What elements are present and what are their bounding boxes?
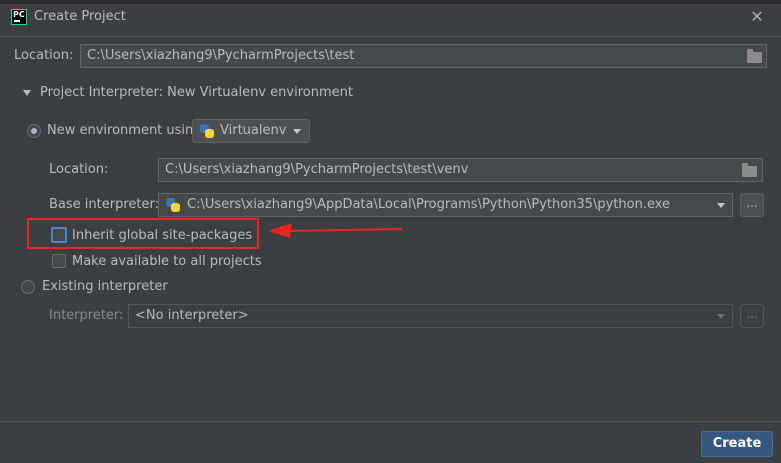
base-interpreter-label: Base interpreter: bbox=[49, 197, 159, 212]
environment-tool-select[interactable]: Virtualenv bbox=[192, 119, 310, 143]
make-available-checkbox[interactable] bbox=[52, 254, 66, 268]
venv-location-value: C:\Users\xiazhang9\PycharmProjects\test\… bbox=[165, 162, 469, 177]
annotation-highlight-box bbox=[27, 218, 259, 249]
location-label: Location: bbox=[14, 48, 74, 63]
footer bbox=[0, 422, 781, 463]
chevron-down-icon bbox=[717, 203, 725, 208]
venv-location-label: Location: bbox=[49, 162, 109, 177]
interpreter-select[interactable]: <No interpreter> bbox=[128, 304, 733, 328]
base-interpreter-select[interactable]: C:\Users\xiazhang9\AppData\Local\Program… bbox=[158, 193, 733, 217]
make-available-label: Make available to all projects bbox=[72, 254, 262, 269]
create-button[interactable]: Create bbox=[701, 431, 773, 457]
annotation-arrow-icon bbox=[268, 223, 403, 238]
folder-icon[interactable] bbox=[747, 49, 762, 63]
chevron-down-icon bbox=[293, 129, 301, 134]
existing-interpreter-label: Existing interpreter bbox=[42, 279, 168, 294]
pycharm-logo-icon: PC bbox=[11, 9, 27, 25]
base-interpreter-value: C:\Users\xiazhang9\AppData\Local\Program… bbox=[187, 197, 671, 212]
folder-icon[interactable] bbox=[742, 163, 757, 177]
chevron-down-icon bbox=[717, 314, 725, 319]
window-title: Create Project bbox=[34, 9, 126, 24]
interpreter-value: <No interpreter> bbox=[135, 308, 249, 323]
location-field[interactable]: C:\Users\xiazhang9\PycharmProjects\test bbox=[80, 44, 767, 68]
python-icon bbox=[200, 124, 214, 138]
collapse-arrow-icon[interactable] bbox=[23, 90, 31, 96]
top-strip bbox=[0, 0, 781, 4]
interpreter-section-title[interactable]: Project Interpreter: New Virtualenv envi… bbox=[40, 85, 353, 100]
interpreter-label: Interpreter: bbox=[49, 308, 124, 323]
base-interpreter-browse-button[interactable]: ... bbox=[740, 193, 764, 217]
python-icon bbox=[166, 198, 180, 212]
environment-tool-value: Virtualenv bbox=[220, 123, 287, 138]
close-icon[interactable]: ✕ bbox=[749, 7, 765, 26]
new-environment-radio[interactable] bbox=[27, 124, 41, 138]
new-environment-label: New environment using bbox=[47, 123, 202, 138]
location-value: C:\Users\xiazhang9\PycharmProjects\test bbox=[87, 48, 355, 63]
title-divider bbox=[0, 36, 781, 37]
interpreter-browse-button[interactable]: ... bbox=[740, 304, 764, 328]
existing-interpreter-radio[interactable] bbox=[21, 280, 35, 294]
venv-location-field[interactable]: C:\Users\xiazhang9\PycharmProjects\test\… bbox=[158, 158, 763, 182]
